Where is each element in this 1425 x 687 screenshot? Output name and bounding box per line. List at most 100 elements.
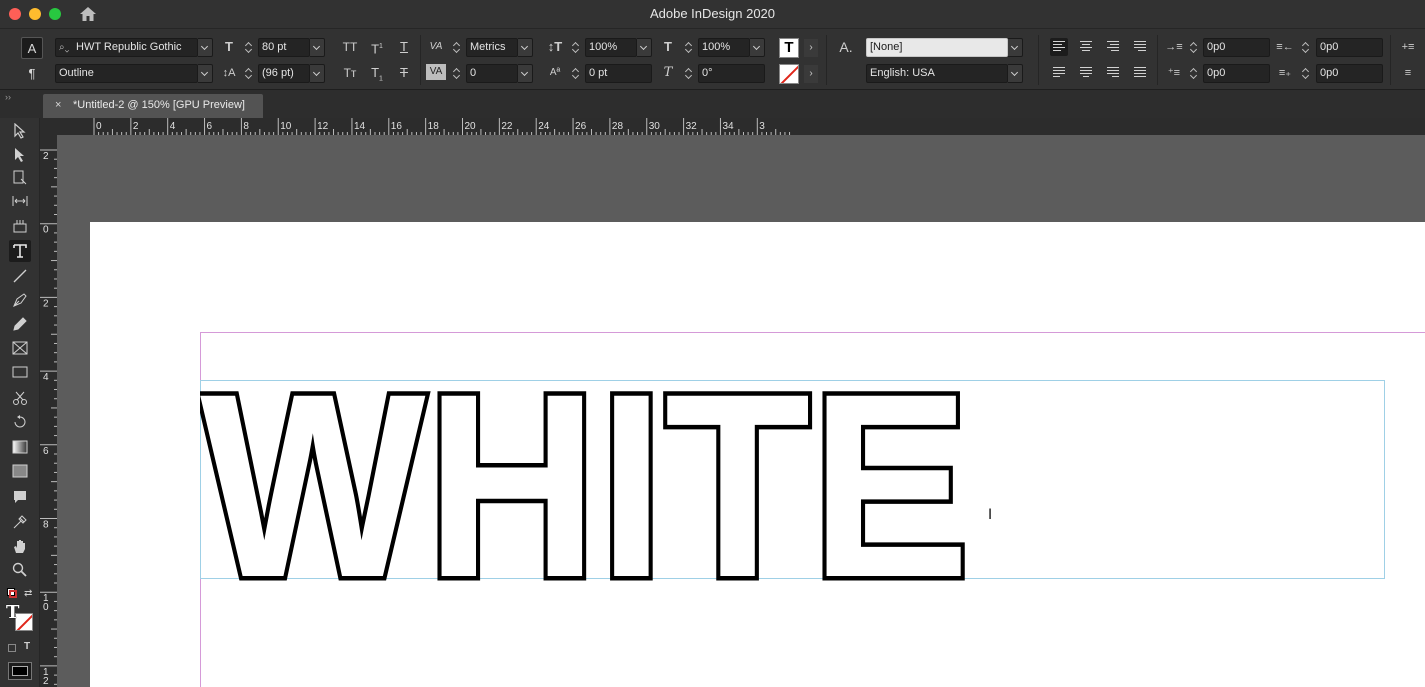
vertical-scale-dropdown[interactable] bbox=[637, 38, 652, 57]
gap-tool[interactable] bbox=[9, 190, 31, 212]
baseline-shift-field[interactable]: 0 pt bbox=[585, 64, 652, 83]
leading-dropdown[interactable] bbox=[310, 64, 325, 83]
screen-mode-button[interactable] bbox=[8, 662, 32, 680]
stroke-swatch-menu-button[interactable]: › bbox=[804, 65, 818, 83]
font-style-dropdown[interactable] bbox=[198, 64, 213, 83]
subscript-button[interactable]: T1 bbox=[367, 64, 387, 89]
gradient-swatch-tool[interactable] bbox=[9, 436, 31, 458]
underline-button[interactable]: T bbox=[394, 38, 414, 56]
text-stroke-swatch[interactable] bbox=[779, 64, 799, 84]
character-mode-button[interactable]: A bbox=[21, 37, 43, 59]
font-style-field[interactable]: Outline bbox=[55, 64, 198, 83]
last-line-indent-field[interactable]: 0p0 bbox=[1316, 64, 1383, 83]
ruler-label: 20 bbox=[465, 121, 477, 132]
ruler-label: 0 bbox=[43, 225, 49, 236]
hand-tool[interactable] bbox=[9, 535, 31, 557]
font-size-dropdown[interactable] bbox=[310, 38, 325, 57]
character-style-dropdown[interactable] bbox=[1008, 38, 1023, 57]
space-after-icon[interactable]: ≡ bbox=[1396, 64, 1420, 82]
horizontal-scale-field[interactable]: 100% bbox=[698, 38, 750, 57]
right-indent-stepper[interactable] bbox=[1300, 38, 1312, 57]
last-line-indent-stepper[interactable] bbox=[1300, 64, 1312, 83]
font-size-stepper[interactable] bbox=[243, 38, 255, 57]
scissors-tool[interactable] bbox=[9, 387, 31, 409]
pencil-tool[interactable] bbox=[9, 313, 31, 335]
fill-swatch-menu-button[interactable]: › bbox=[804, 39, 818, 57]
leading-field[interactable]: (96 pt) bbox=[258, 64, 310, 83]
font-family-field[interactable]: ⌕⌄ HWT Republic Gothic bbox=[55, 38, 198, 57]
first-line-indent-field[interactable]: 0p0 bbox=[1203, 64, 1270, 83]
ruler-label: 26 bbox=[575, 121, 587, 132]
zoom-tool[interactable] bbox=[9, 559, 31, 581]
align-right-button[interactable] bbox=[1104, 38, 1122, 56]
vertical-scale-field[interactable]: 100% bbox=[585, 38, 637, 57]
text-fill-swatch[interactable]: T bbox=[779, 38, 799, 58]
align-towards-spine-button[interactable] bbox=[1131, 38, 1149, 56]
page-tool[interactable] bbox=[9, 167, 31, 189]
collapse-panel-icon[interactable]: ›› bbox=[5, 92, 11, 102]
note-tool[interactable] bbox=[9, 486, 31, 508]
tracking-stepper[interactable] bbox=[451, 64, 463, 83]
character-style-field[interactable]: [None] bbox=[866, 38, 1008, 57]
control-panel: A ¶ ⌕⌄ HWT Republic Gothic Outline T 80 … bbox=[0, 28, 1425, 90]
font-family-dropdown[interactable] bbox=[198, 38, 213, 57]
language-dropdown[interactable] bbox=[1008, 64, 1023, 83]
pasteboard[interactable]: WHITE I bbox=[57, 135, 1425, 687]
rectangle-frame-tool[interactable] bbox=[9, 337, 31, 359]
superscript-button[interactable]: T1 bbox=[367, 38, 387, 58]
first-line-indent-stepper[interactable] bbox=[1188, 64, 1200, 83]
outlined-text-white[interactable]: WHITE bbox=[200, 382, 1000, 582]
tracking-dropdown[interactable] bbox=[518, 64, 533, 83]
justify-all-button[interactable] bbox=[1131, 64, 1149, 82]
formatting-affects-toggle[interactable]: T bbox=[8, 641, 34, 654]
all-caps-button[interactable]: TT bbox=[340, 38, 360, 56]
ruler-label: 2 bbox=[43, 298, 49, 309]
skew-field[interactable]: 0° bbox=[698, 64, 765, 83]
strikethrough-button[interactable]: T bbox=[394, 64, 414, 82]
justify-right-button[interactable] bbox=[1104, 64, 1122, 82]
eyedropper-tool[interactable] bbox=[9, 511, 31, 533]
horizontal-scale-icon: T bbox=[664, 39, 672, 54]
free-transform-tool[interactable] bbox=[9, 411, 31, 433]
skew-icon: T bbox=[663, 65, 673, 80]
line-tool[interactable] bbox=[9, 265, 31, 287]
leading-stepper[interactable] bbox=[243, 64, 255, 83]
kerning-dropdown[interactable] bbox=[518, 38, 533, 57]
fill-stroke-swatches[interactable]: T bbox=[6, 604, 34, 632]
align-center-button[interactable] bbox=[1077, 38, 1095, 56]
paragraph-mode-button[interactable]: ¶ bbox=[21, 63, 43, 85]
direct-selection-tool[interactable] bbox=[9, 144, 31, 166]
font-size-field[interactable]: 80 pt bbox=[258, 38, 310, 57]
left-indent-stepper[interactable] bbox=[1188, 38, 1200, 57]
kerning-stepper[interactable] bbox=[451, 38, 463, 57]
horizontal-ruler[interactable]: 0 2 4 6 8 10 12 14 16 18 20 22 24 26 28 30 32 34 3 bbox=[40, 118, 1425, 135]
vertical-scale-stepper[interactable] bbox=[570, 38, 582, 57]
vertical-ruler[interactable]: 2024681012 bbox=[40, 135, 57, 687]
gradient-feather-tool[interactable] bbox=[9, 460, 31, 482]
skew-stepper[interactable] bbox=[683, 64, 695, 83]
kerning-field[interactable]: Metrics bbox=[466, 38, 518, 57]
type-tool[interactable] bbox=[9, 240, 31, 262]
left-indent-field[interactable]: 0p0 bbox=[1203, 38, 1270, 57]
rectangle-tool[interactable] bbox=[9, 361, 31, 383]
justify-center-button[interactable] bbox=[1077, 64, 1095, 82]
selection-tool[interactable] bbox=[9, 120, 31, 142]
language-field[interactable]: English: USA bbox=[866, 64, 1008, 83]
justify-left-button[interactable] bbox=[1050, 64, 1068, 82]
document-page[interactable]: WHITE I bbox=[90, 222, 1425, 687]
close-tab-icon[interactable]: × bbox=[55, 94, 61, 116]
pen-tool[interactable] bbox=[9, 289, 31, 311]
content-collector-tool[interactable] bbox=[9, 215, 31, 237]
space-before-icon[interactable]: +≡ bbox=[1396, 38, 1420, 56]
document-tab[interactable]: × *Untitled-2 @ 150% [GPU Preview] bbox=[43, 94, 263, 118]
default-fill-stroke-icon[interactable]: ⇄ bbox=[6, 588, 34, 600]
horizontal-scale-stepper[interactable] bbox=[683, 38, 695, 57]
baseline-shift-stepper[interactable] bbox=[570, 64, 582, 83]
align-left-button[interactable] bbox=[1050, 38, 1068, 56]
horizontal-scale-dropdown[interactable] bbox=[750, 38, 765, 57]
tracking-field[interactable]: 0 bbox=[466, 64, 518, 83]
small-caps-button[interactable]: Tт bbox=[340, 64, 360, 82]
title-bar: Adobe InDesign 2020 bbox=[0, 0, 1425, 28]
right-indent-field[interactable]: 0p0 bbox=[1316, 38, 1383, 57]
vertical-ruler-ticks: 2024681012 bbox=[40, 149, 57, 687]
